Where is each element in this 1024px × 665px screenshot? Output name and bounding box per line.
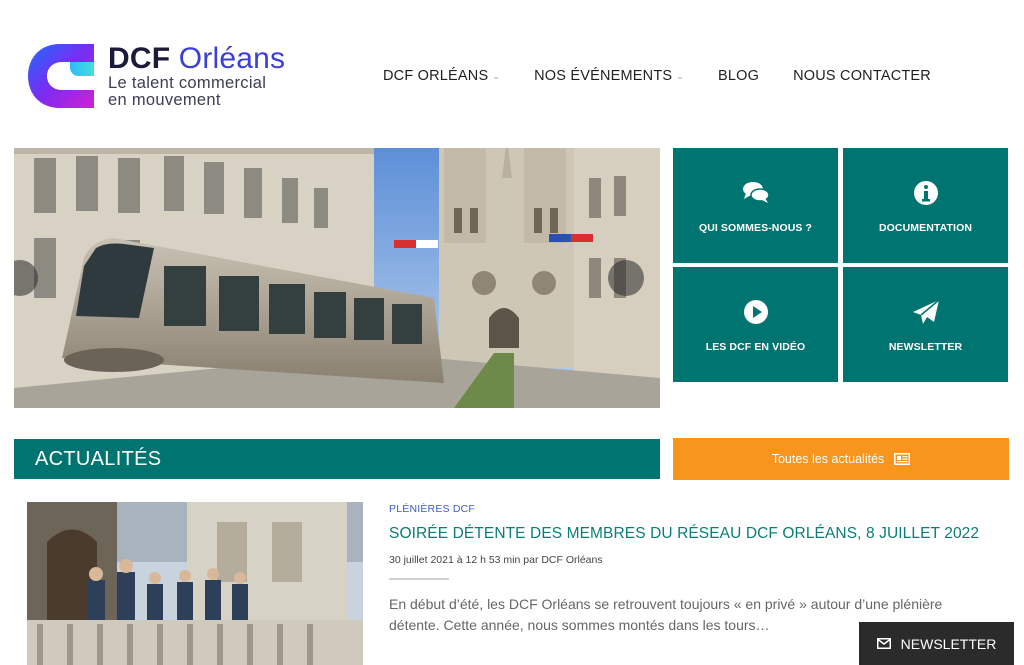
play-circle-icon	[743, 299, 768, 324]
hero-slider[interactable]	[14, 148, 660, 408]
tile-videos[interactable]: LES DCF EN VIDÉO	[673, 267, 838, 382]
nav-item-contact[interactable]: NOUS CONTACTER	[793, 68, 931, 84]
all-news-button[interactable]: Toutes les actualités	[673, 438, 1009, 480]
floating-newsletter-button[interactable]: NEWSLETTER	[859, 622, 1014, 665]
main-nav: DCF ORLÉANS ⌄ NOS ÉVÉNEMENTS ⌄ BLOG NOUS C…	[383, 68, 965, 84]
envelope-icon	[876, 638, 891, 649]
site-header: DCF Orléans Le talent commercial en mouv…	[0, 0, 1024, 140]
article-title[interactable]: SOIRÉE DÉTENTE DES MEMBRES DU RÉSEAU DCF…	[389, 525, 979, 543]
paper-plane-icon	[912, 298, 939, 324]
tile-label: QUI SOMMES-NOUS ?	[698, 221, 813, 234]
article-image	[27, 502, 363, 665]
tile-newsletter[interactable]: NEWSLETTER	[843, 267, 1008, 382]
tile-label: DOCUMENTATION	[878, 221, 973, 234]
logo-title: DCF Orléans	[108, 42, 286, 75]
info-circle-icon	[913, 180, 938, 205]
slider-next-button[interactable]	[608, 260, 644, 296]
tile-documentation[interactable]: DOCUMENTATION	[843, 148, 1008, 263]
all-news-label: Toutes les actualités	[771, 452, 885, 466]
tile-label: NEWSLETTER	[888, 340, 963, 353]
article-thumbnail[interactable]	[27, 502, 363, 665]
site-logo[interactable]: DCF Orléans Le talent commercial en mouv…	[26, 42, 296, 112]
chat-bubbles-icon	[742, 181, 770, 203]
tile-label: LES DCF EN VIDÉO	[705, 340, 806, 353]
tagline-line-1: Le talent commercial	[108, 74, 267, 92]
article-divider	[389, 578, 449, 580]
nav-item-blog[interactable]: BLOG	[718, 68, 759, 84]
chevron-down-icon: ⌄	[492, 70, 501, 81]
tagline-line-2: en mouvement	[108, 91, 221, 109]
tile-qui-sommes-nous[interactable]: QUI SOMMES-NOUS ?	[673, 148, 838, 263]
quick-links: QUI SOMMES-NOUS ? DOCUMENTATION LES DCF …	[673, 148, 1009, 382]
news-section-title: ACTUALITÉS	[14, 439, 660, 479]
article-category[interactable]: PLÉNIÈRES DCF	[389, 503, 475, 515]
nav-item-dcf-orleans[interactable]: DCF ORLÉANS ⌄	[383, 68, 500, 84]
hero-image	[14, 148, 660, 408]
newspaper-icon	[894, 453, 911, 465]
chevron-down-icon: ⌄	[676, 70, 685, 81]
logo-tagline: Le talent commercial en mouvement	[108, 75, 266, 109]
nav-item-nos-evenements[interactable]: NOS ÉVÉNEMENTS ⌄	[534, 68, 684, 84]
floating-newsletter-label: NEWSLETTER	[900, 635, 997, 652]
logo-mark-icon	[28, 44, 94, 108]
article-meta: 30 juillet 2021 à 12 h 53 min par DCF Or…	[389, 554, 603, 566]
